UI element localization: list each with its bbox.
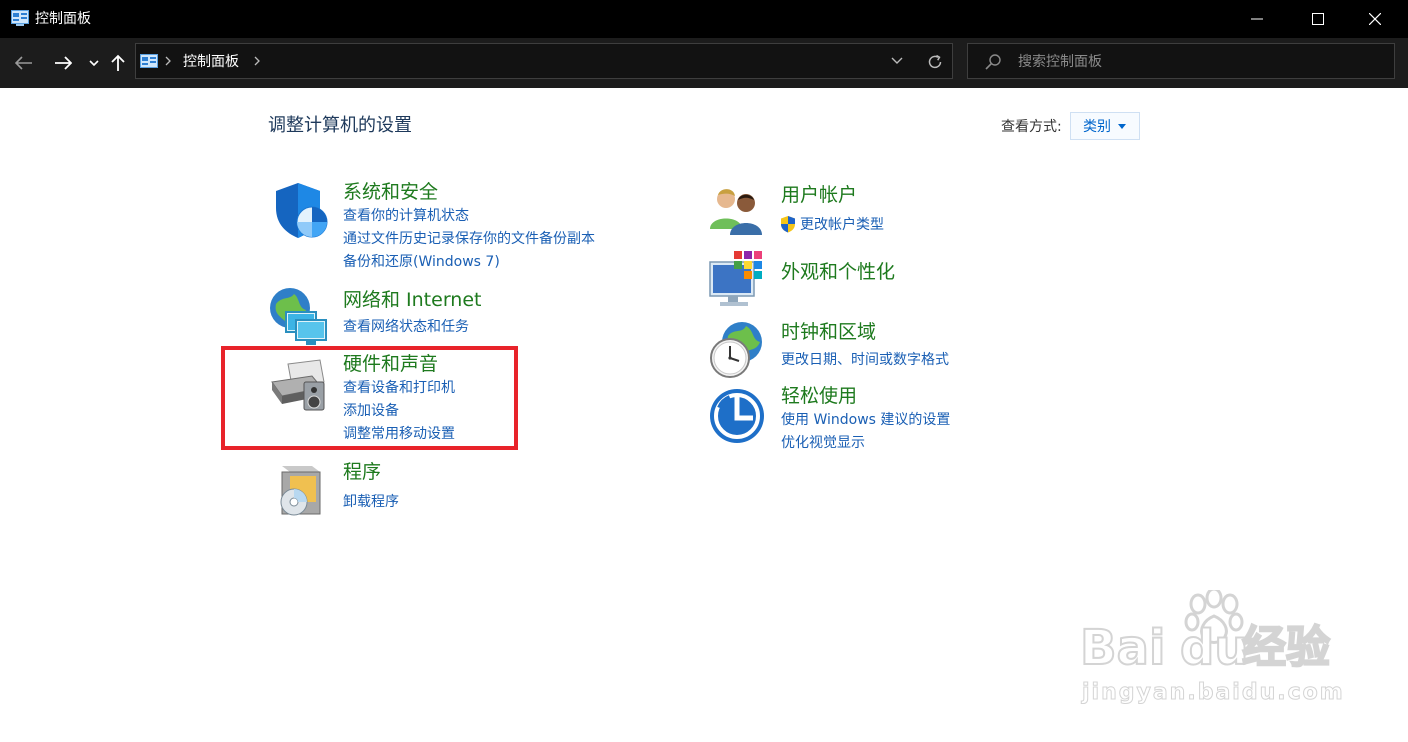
search-input[interactable]: 搜索控制面板 [1018,52,1102,72]
title-bar: 控制面板 [0,0,1408,38]
category-ease-of-access: 轻松使用 使用 Windows 建议的设置 优化视觉显示 [708,384,1068,452]
view-by-label: 查看方式: [1001,119,1062,135]
chevron-right-icon[interactable] [253,53,261,69]
link-backup-restore[interactable]: 备份和还原(Windows 7) [343,253,500,271]
back-button[interactable] [14,52,34,74]
forward-button[interactable] [53,52,73,74]
up-button[interactable] [108,52,128,74]
minimize-icon [1251,18,1263,20]
breadcrumb[interactable]: 控制面板 [183,52,239,72]
link-uninstall-program[interactable]: 卸载程序 [343,493,399,511]
arrow-left-icon [15,56,32,70]
category-title-user-accounts[interactable]: 用户帐户 [781,183,857,207]
watermark-brand: Bai [1079,619,1166,677]
category-title-clock-region[interactable]: 时钟和区域 [781,320,876,344]
link-optimize-visual-display[interactable]: 优化视觉显示 [781,434,865,452]
minimize-button[interactable] [1234,0,1280,38]
ease-of-access-icon [710,389,764,443]
control-panel-icon [11,10,29,26]
link-change-account-type[interactable]: 更改帐户类型 [800,216,884,234]
watermark-url: jingyan.baidu.com [1082,680,1345,706]
chevron-down-icon [89,60,99,67]
control-panel-icon [140,54,158,68]
uac-shield-icon [781,216,795,233]
category-system-security: 系统和安全 查看你的计算机状态 通过文件历史记录保存你的文件备份副本 备份和还原… [268,180,628,280]
link-view-computer-status[interactable]: 查看你的计算机状态 [343,207,469,225]
chevron-down-icon[interactable] [890,55,904,67]
category-user-accounts: 用户帐户 更改帐户类型 [708,183,1068,243]
category-clock-region: 时钟和区域 更改日期、时间或数字格式 [708,320,1068,380]
close-button[interactable] [1352,0,1398,38]
recent-locations-button[interactable] [84,52,104,74]
page-title: 调整计算机的设置 [268,115,412,136]
arrow-up-icon [111,54,125,71]
caret-down-icon [1118,124,1126,129]
watermark-brand-cn: 经验 [1241,621,1331,674]
category-programs: 程序 卸载程序 [268,460,528,520]
baidu-watermark: Bai du 经验 jingyan.baidu.com [1079,590,1343,710]
users-icon [710,189,762,235]
arrow-right-icon [55,56,72,70]
category-network-internet: 网络和 Internet 查看网络状态和任务 [268,286,628,346]
category-title-network-internet[interactable]: 网络和 Internet [343,288,481,312]
close-icon [1369,13,1381,25]
category-title-ease-of-access[interactable]: 轻松使用 [781,384,857,408]
address-bar[interactable]: 控制面板 [135,43,953,79]
link-windows-recommended-settings[interactable]: 使用 Windows 建议的设置 [781,411,950,429]
view-by-value: 类别 [1083,119,1111,135]
programs-disc-icon [280,466,321,516]
appearance-monitor-icon [709,251,762,306]
refresh-icon[interactable] [926,53,944,71]
link-change-date-time-format[interactable]: 更改日期、时间或数字格式 [781,351,949,369]
link-network-status-tasks[interactable]: 查看网络状态和任务 [343,318,469,336]
view-by-dropdown[interactable]: 类别 [1070,112,1140,140]
category-title-system-security[interactable]: 系统和安全 [343,180,438,204]
clock-globe-icon [710,322,762,378]
category-title-appearance[interactable]: 外观和个性化 [781,260,895,284]
category-appearance: 外观和个性化 [708,250,1068,310]
security-shield-icon [276,183,328,238]
network-globe-icon [270,288,327,345]
search-box[interactable]: 搜索控制面板 [967,43,1395,79]
highlight-box [221,346,518,450]
maximize-button[interactable] [1295,0,1341,38]
content-area: 调整计算机的设置 查看方式: 类别 系统和安全 查看你的计算机状态 通过文件历史… [0,88,1408,742]
link-file-history-backup[interactable]: 通过文件历史记录保存你的文件备份副本 [343,230,595,248]
maximize-icon [1312,13,1324,25]
search-icon [985,54,1001,70]
window-title: 控制面板 [35,11,91,27]
category-title-programs[interactable]: 程序 [343,460,381,484]
watermark-brand-du: du [1179,619,1250,677]
chevron-right-icon [165,56,171,66]
